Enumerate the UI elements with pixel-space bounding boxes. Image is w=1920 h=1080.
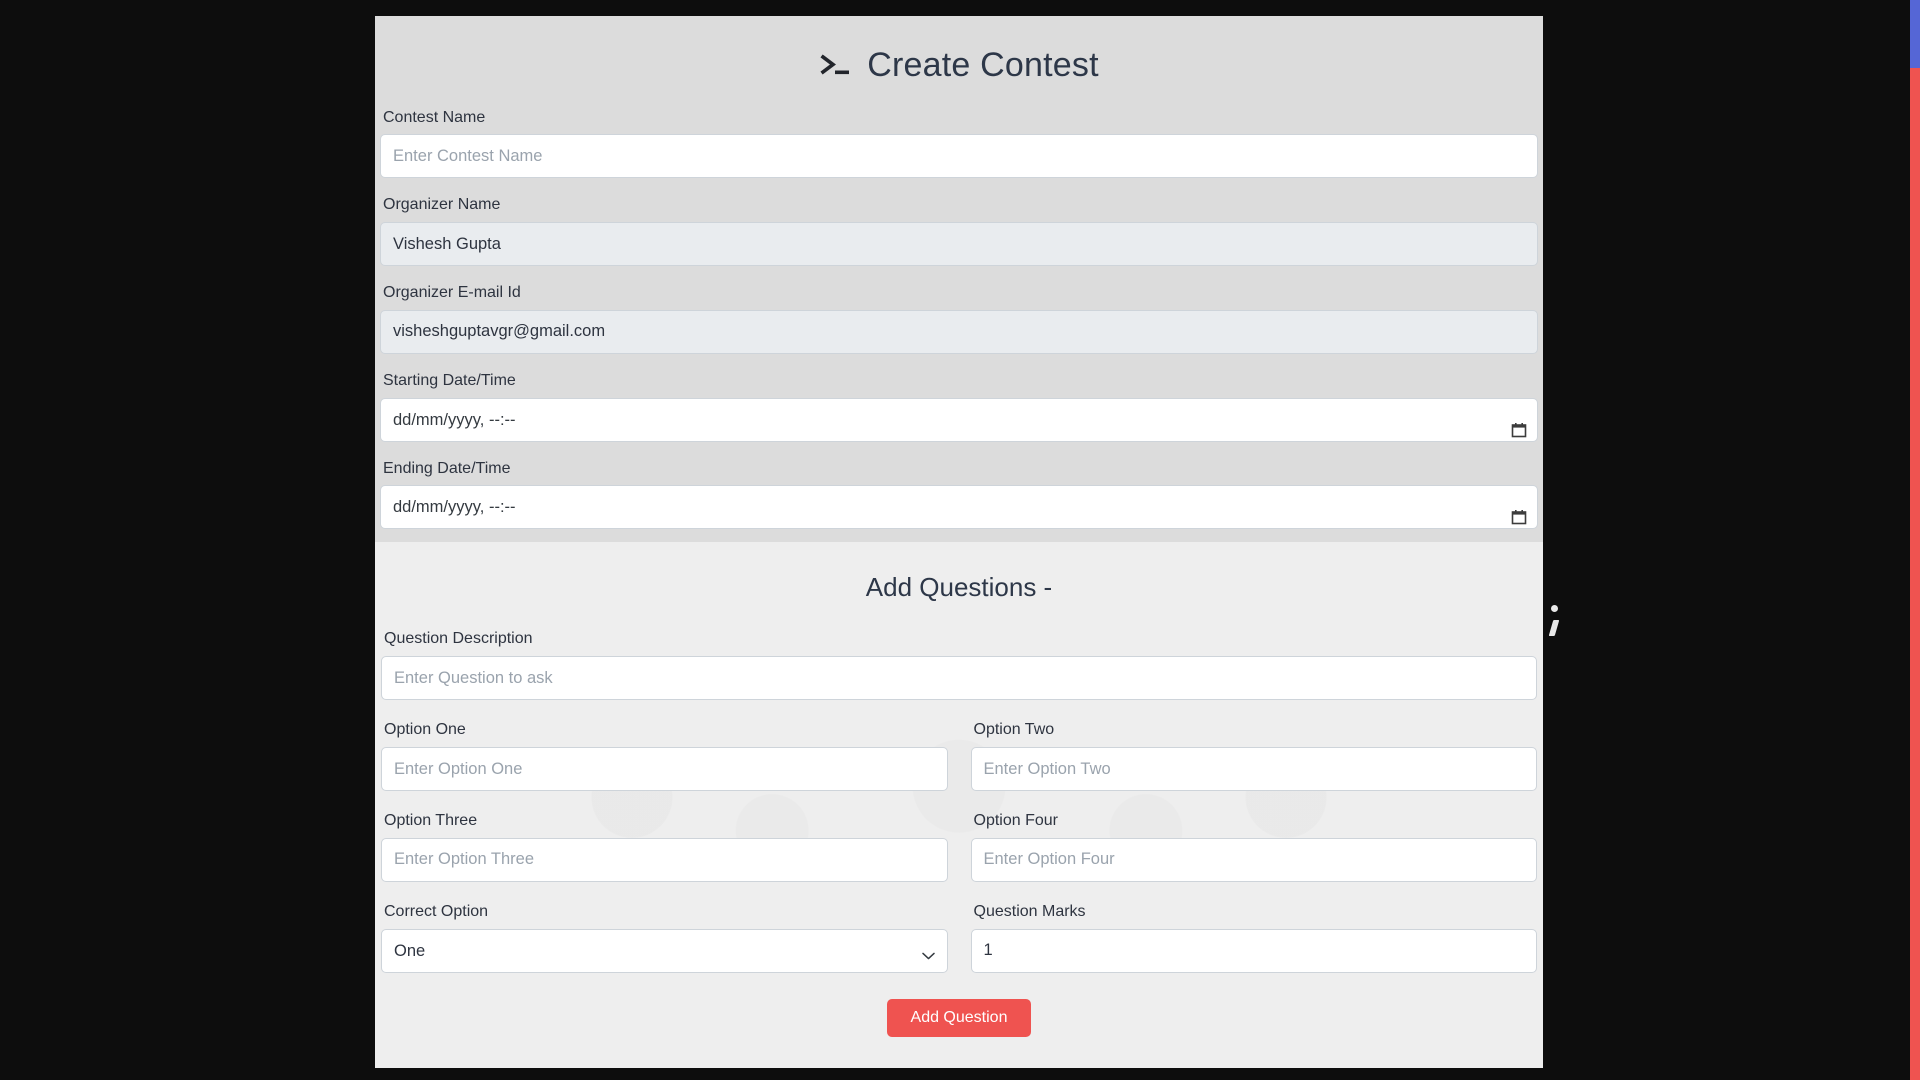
option-one-input[interactable] [381,747,948,791]
correct-option-label: Correct Option [384,902,948,923]
page-header: Create Contest [375,16,1543,108]
organizer-email-input [380,310,1538,354]
answer-row: Correct Option One Question Marks [381,902,1537,973]
field-contest-name: Contest Name [380,108,1538,179]
field-question-marks: Question Marks [971,902,1538,973]
field-organizer-name: Organizer Name [380,195,1538,266]
add-questions-title: Add Questions - [381,572,1537,603]
field-question-description: Question Description [381,629,1537,700]
create-contest-card: Create Contest Contest Name Organizer Na… [375,16,1543,1068]
organizer-email-label: Organizer E-mail Id [383,283,1538,304]
ending-datetime-label: Ending Date/Time [383,459,1538,480]
option-one-label: Option One [384,720,948,741]
terminal-prompt-icon [819,51,853,81]
screen: Create Contest Contest Name Organizer Na… [0,0,1920,1080]
options-row-two: Option Three Option Four [381,811,1537,882]
options-row-one: Option One Option Two [381,720,1537,791]
organizer-name-input [380,222,1538,266]
field-option-four: Option Four [971,811,1538,882]
add-questions-panel: Add Questions - Question Description Opt… [375,542,1543,1068]
contest-details-form: Contest Name Organizer Name Organizer E-… [375,108,1543,530]
page-title-text: Create Contest [867,46,1098,85]
field-option-three: Option Three [381,811,948,882]
option-four-label: Option Four [974,811,1538,832]
question-description-input[interactable] [381,656,1537,700]
starting-datetime-label: Starting Date/Time [383,371,1538,392]
field-organizer-email: Organizer E-mail Id [380,283,1538,354]
edge-marker-tail [1549,620,1560,636]
ending-datetime-input[interactable]: dd/mm/yyyy, --:-- [380,485,1538,529]
starting-datetime-input[interactable]: dd/mm/yyyy, --:-- [380,398,1538,442]
field-ending-datetime: Ending Date/Time dd/mm/yyyy, --:-- [380,459,1538,530]
scrollbar-track[interactable] [1910,68,1920,1080]
correct-option-selected-value: One [394,942,425,960]
calendar-icon[interactable] [1511,412,1527,428]
edge-marker-dot [1551,605,1558,612]
option-two-label: Option Two [974,720,1538,741]
correct-option-select-wrap: One [381,929,948,973]
question-marks-label: Question Marks [974,902,1538,923]
contest-name-label: Contest Name [383,108,1538,129]
organizer-name-label: Organizer Name [383,195,1538,216]
add-question-button[interactable]: Add Question [887,999,1032,1037]
field-correct-option: Correct Option One [381,902,948,973]
ending-datetime-value: dd/mm/yyyy, --:-- [393,486,516,528]
field-option-one: Option One [381,720,948,791]
scrollbar-thumb[interactable] [1910,0,1920,68]
page-title-group: Create Contest [819,46,1098,85]
option-four-input[interactable] [971,838,1538,882]
option-three-label: Option Three [384,811,948,832]
add-question-row: Add Question [381,999,1537,1037]
starting-datetime-value: dd/mm/yyyy, --:-- [393,399,516,441]
calendar-icon[interactable] [1511,499,1527,515]
field-option-two: Option Two [971,720,1538,791]
contest-name-input[interactable] [380,134,1538,178]
option-two-input[interactable] [971,747,1538,791]
question-description-label: Question Description [384,629,1537,650]
correct-option-select[interactable]: One [381,929,948,973]
field-starting-datetime: Starting Date/Time dd/mm/yyyy, --:-- [380,371,1538,442]
question-marks-input[interactable] [971,929,1538,973]
right-edge-scrollbar[interactable] [1910,0,1920,1080]
edge-marker-icon [1550,605,1562,647]
option-three-input[interactable] [381,838,948,882]
